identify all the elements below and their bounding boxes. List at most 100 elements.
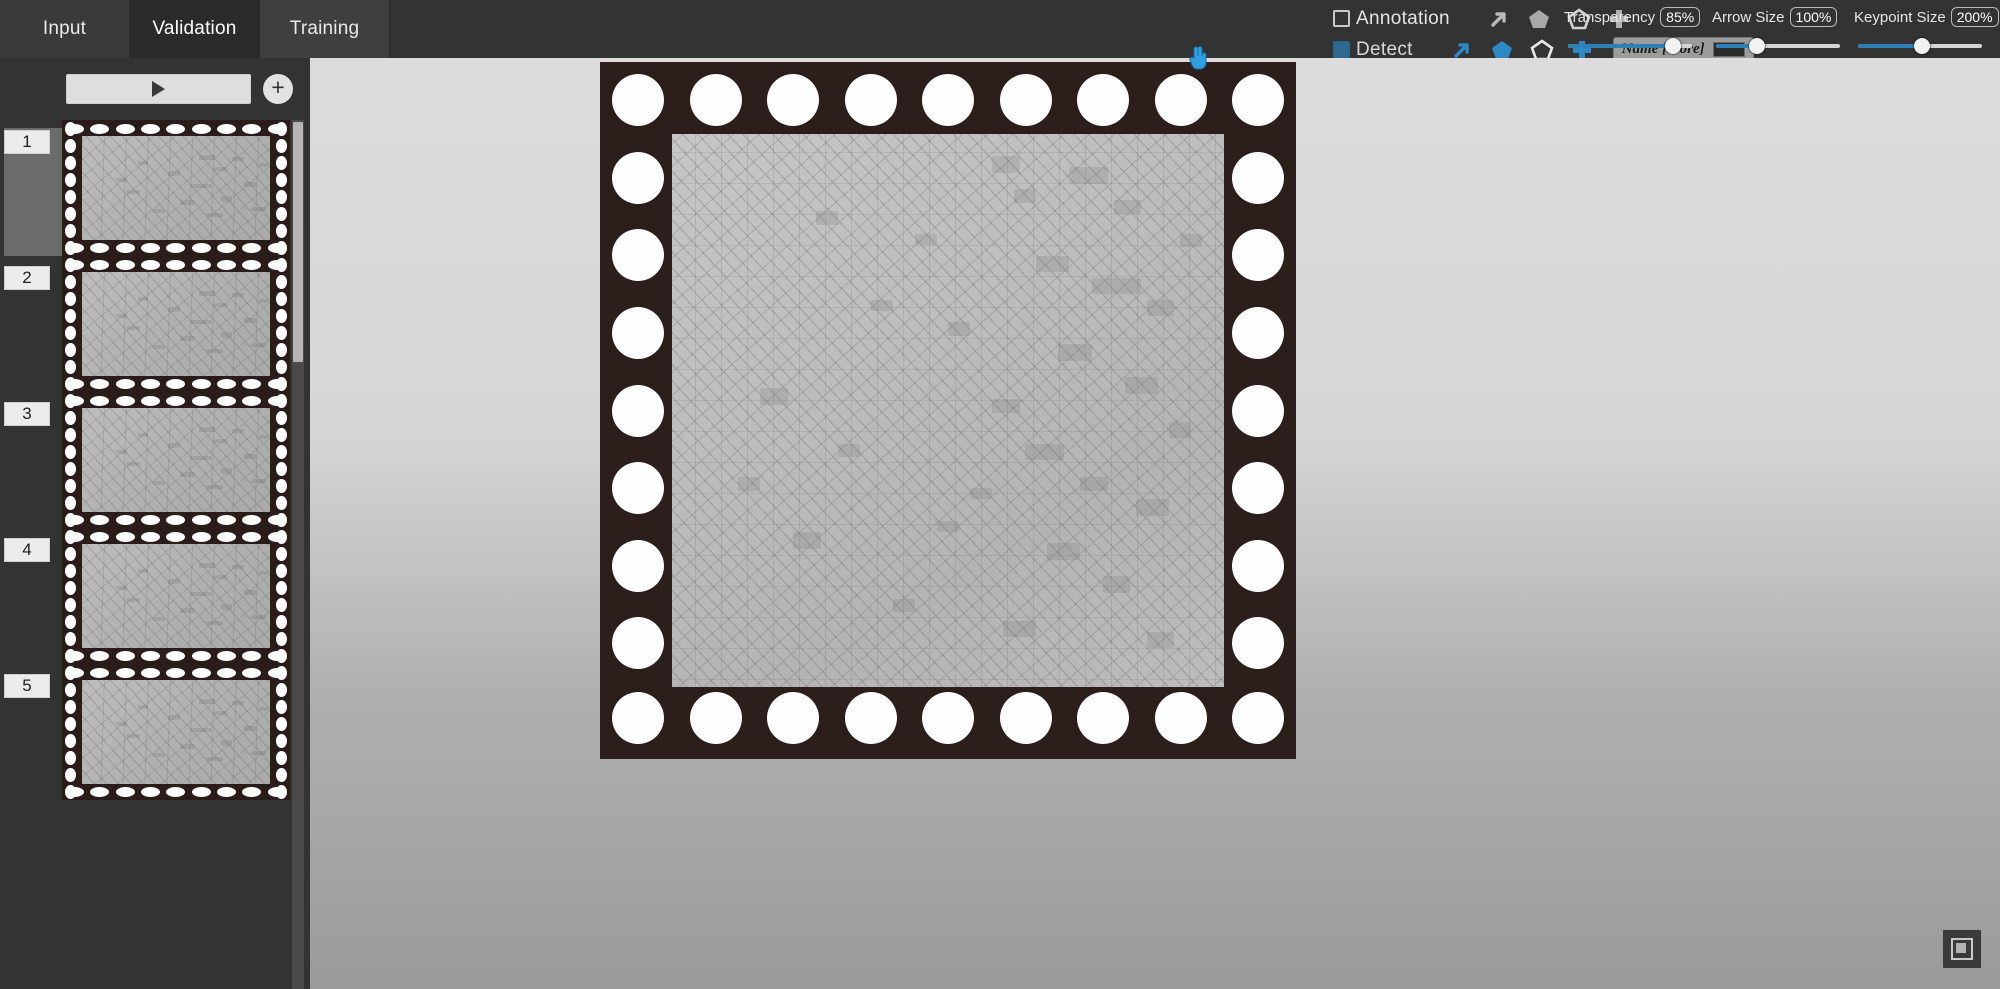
frame-number-3[interactable]: 3 — [4, 402, 50, 426]
play-button[interactable] — [66, 74, 251, 104]
frame-number-2[interactable]: 2 — [4, 266, 50, 290]
frame-thumbnail[interactable] — [62, 256, 290, 392]
film-perforation — [276, 682, 287, 697]
film-perforation — [191, 667, 211, 678]
frame-thumbnail-image — [82, 680, 270, 784]
film-perforation — [242, 514, 262, 525]
film-perforation-column — [275, 392, 288, 528]
film-perforation — [115, 650, 135, 661]
film-perforation — [276, 427, 287, 442]
frame-thumbnail[interactable] — [62, 528, 290, 664]
frame-thumbnail[interactable] — [62, 120, 290, 256]
film-perforation — [217, 786, 237, 797]
frame-number-4-label: 4 — [22, 540, 32, 559]
detect-checkbox[interactable] — [1333, 41, 1350, 58]
frame-list[interactable]: 1 2 3 4 5 — [0, 120, 310, 989]
frame-number-4[interactable]: 4 — [4, 538, 50, 562]
frame-thumbnail[interactable] — [62, 664, 290, 800]
arrow-size-label: Arrow Size — [1712, 8, 1785, 26]
film-perforation — [65, 189, 76, 204]
keypoint-size-slider[interactable] — [1858, 38, 1982, 54]
bga-solder-ball — [1232, 692, 1284, 744]
frame-list-scrollbar[interactable] — [292, 120, 304, 989]
film-perforation — [276, 155, 287, 170]
die-block — [936, 521, 960, 533]
film-perforation — [115, 242, 135, 253]
film-perforation — [191, 259, 211, 270]
tab-input[interactable]: Input — [0, 0, 130, 58]
film-perforation — [242, 242, 262, 253]
film-perforation — [65, 325, 76, 340]
film-perforation — [65, 716, 76, 731]
annotation-checkbox[interactable] — [1333, 10, 1350, 27]
film-perforation — [65, 359, 76, 374]
bga-solder-ball — [612, 151, 664, 204]
film-perforation — [191, 650, 211, 661]
add-frame-button[interactable]: + — [263, 74, 293, 104]
film-perforation — [276, 529, 287, 544]
film-perforation — [276, 699, 287, 714]
die-block — [738, 476, 761, 491]
image-canvas[interactable] — [600, 62, 1296, 759]
film-perforation — [242, 786, 262, 797]
film-perforation — [90, 650, 110, 661]
frame-number-column: 1 2 3 4 5 — [0, 120, 62, 989]
bga-solder-ball — [612, 539, 664, 592]
film-perforation — [276, 631, 287, 646]
filled-polygon-tool-icon[interactable] — [1526, 6, 1552, 32]
frame-thumbnail[interactable] — [62, 392, 290, 528]
film-perforation — [115, 123, 135, 134]
film-perforation-row — [62, 377, 290, 390]
fit-to-view-icon — [1951, 938, 1973, 960]
arrow-size-slider[interactable] — [1716, 38, 1840, 54]
film-perforation-row — [62, 513, 290, 526]
bga-solder-ball — [922, 74, 974, 126]
bga-solder-ball — [612, 692, 664, 744]
tab-training[interactable]: Training — [260, 0, 390, 58]
bga-solder-ball — [612, 617, 664, 670]
film-perforation — [276, 648, 287, 663]
film-perforation — [65, 308, 76, 323]
film-perforation — [276, 393, 287, 408]
film-perforation — [276, 478, 287, 493]
film-perforation — [217, 650, 237, 661]
bga-solder-ball — [689, 74, 742, 126]
frame-number-1[interactable]: 1 — [4, 130, 50, 154]
transparency-value: 85% — [1660, 7, 1701, 27]
fit-to-view-button[interactable] — [1942, 929, 1982, 969]
die-blocks — [672, 134, 1224, 687]
film-perforation — [141, 123, 161, 134]
film-perforation-column — [64, 664, 77, 800]
film-perforation — [90, 259, 110, 270]
film-perforation — [276, 512, 287, 527]
image-viewer[interactable] — [310, 58, 2000, 989]
bga-chip-package-image[interactable] — [600, 62, 1296, 759]
transparency-slider[interactable] — [1568, 38, 1692, 54]
keypoint-size-value: 200% — [1950, 7, 1999, 27]
film-perforation — [65, 393, 76, 408]
frame-number-5[interactable]: 5 — [4, 674, 50, 698]
tab-validation[interactable]: Validation — [130, 0, 260, 58]
film-perforation — [276, 342, 287, 357]
film-perforation — [90, 123, 110, 134]
film-perforation — [276, 444, 287, 459]
film-perforation — [217, 667, 237, 678]
die-block — [1080, 476, 1109, 491]
film-perforation — [166, 259, 186, 270]
film-perforation — [65, 478, 76, 493]
frame-list-scroll-thumb[interactable] — [293, 122, 303, 362]
die-block — [1146, 631, 1175, 649]
bga-solder-ball — [1077, 692, 1129, 744]
film-perforation — [166, 667, 186, 678]
film-perforation — [217, 123, 237, 134]
film-perforation — [276, 461, 287, 476]
film-perforation — [65, 580, 76, 595]
film-perforation — [276, 750, 287, 765]
film-perforation — [90, 531, 110, 542]
film-perforation — [115, 667, 135, 678]
die-block — [1135, 498, 1169, 516]
film-perforation — [141, 650, 161, 661]
die-block — [992, 156, 1020, 173]
film-strip[interactable] — [62, 120, 290, 800]
arrow-tool-icon[interactable] — [1486, 6, 1512, 32]
